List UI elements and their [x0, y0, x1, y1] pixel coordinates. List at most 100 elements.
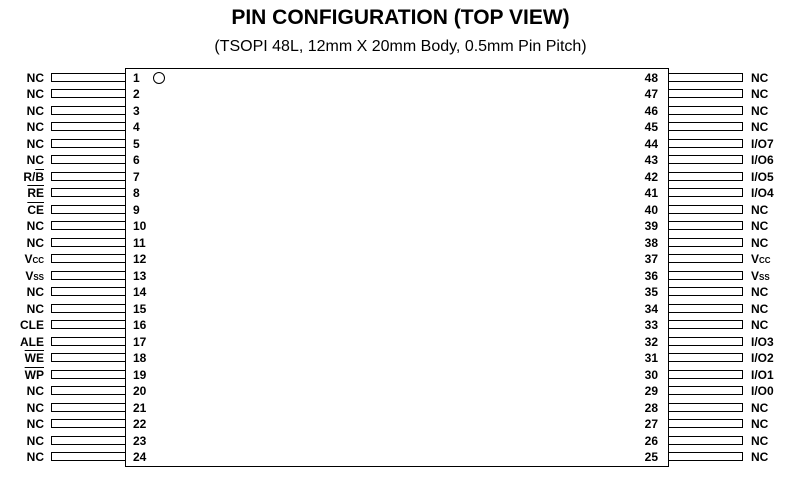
pin-label-text: NC — [26, 87, 44, 101]
pin-label-text: I/O2 — [751, 351, 774, 365]
pin-label-active-low: WP — [24, 367, 44, 382]
pin-lead — [668, 254, 743, 263]
pin-label-text: NC — [26, 219, 44, 233]
pin-lead — [51, 254, 126, 263]
pin-label: I/O2 — [751, 351, 774, 365]
pin-label: NC — [751, 417, 768, 431]
pin-label: I/O3 — [751, 335, 774, 349]
pin-number: 28 — [644, 400, 658, 415]
pin-number: 41 — [644, 186, 658, 200]
pin-number: 40 — [644, 202, 658, 217]
pin-label-text: NC — [26, 301, 44, 316]
pin-label-text: NC — [26, 384, 44, 398]
pin-label: Vss — [25, 269, 44, 283]
pin-label: NC — [751, 434, 768, 448]
pin-label-text: I/O3 — [751, 334, 774, 349]
pin-label: NC — [751, 71, 768, 85]
pin-lead — [668, 237, 743, 247]
pin-label-text: NC — [26, 433, 44, 448]
pin1-marker-icon — [153, 72, 165, 84]
pin-number: 26 — [644, 433, 658, 448]
pin-number: 33 — [644, 318, 658, 332]
pin-label-text: I/O0 — [751, 384, 774, 398]
pin-label: CE — [27, 203, 44, 217]
pin-number: 10 — [133, 219, 147, 233]
pin-lead — [668, 270, 743, 280]
pin-label-text: Vss — [751, 268, 770, 283]
pin-label-text: R/ — [23, 169, 36, 184]
pin-label: NC — [27, 104, 44, 118]
pin-lead — [51, 221, 126, 230]
pin-label-text: NC — [751, 285, 769, 299]
pin-number: 1 — [133, 70, 140, 85]
pin-lead — [51, 122, 126, 131]
pin-label-text: NC — [751, 87, 769, 101]
pin-label-text: NC — [751, 400, 769, 415]
pin-lead — [51, 419, 126, 428]
pin-label-active-low: RE — [27, 186, 44, 200]
pin-number: 8 — [133, 186, 140, 200]
pin-lead — [668, 72, 743, 82]
pin-number: 2 — [133, 87, 140, 101]
pin-lead — [668, 89, 743, 98]
pin-number: 25 — [644, 450, 658, 464]
pin-lead — [668, 171, 743, 181]
pin-label: NC — [27, 236, 44, 250]
pin-label: NC — [751, 104, 768, 118]
pin-lead — [51, 204, 126, 214]
pin-number: 45 — [644, 120, 658, 134]
pin-lead — [668, 138, 743, 148]
diagram-subtitle: (TSOPI 48L, 12mm X 20mm Body, 0.5mm Pin … — [214, 38, 587, 55]
pin-number: 32 — [644, 334, 658, 349]
pin-label: NC — [27, 285, 44, 299]
pin-number: 36 — [644, 268, 658, 283]
pin-lead — [51, 369, 126, 379]
pin-label: NC — [27, 401, 44, 415]
pin-label: Vcc — [751, 252, 771, 266]
pin-label: NC — [751, 120, 768, 134]
pin-number: 30 — [644, 367, 658, 382]
pin-number: 47 — [644, 87, 658, 101]
pin-number: 24 — [133, 450, 147, 464]
pin-number: 15 — [133, 301, 147, 316]
pin-lead — [668, 452, 743, 461]
pin-label-active-low: B — [35, 169, 44, 184]
pin-number: 22 — [133, 417, 147, 431]
pin-label: I/O4 — [751, 186, 774, 200]
pin-label: NC — [27, 302, 44, 316]
pin-lead — [668, 221, 743, 230]
pin-lead — [51, 353, 126, 362]
pin-label-active-low: CE — [27, 202, 44, 217]
pin-label: I/O7 — [751, 137, 774, 151]
pin-number: 39 — [644, 219, 658, 233]
pin-number: 23 — [133, 433, 147, 448]
pin-label-text: NC — [751, 235, 769, 250]
pin-label: CLE — [20, 318, 44, 332]
pin-lead — [51, 72, 126, 82]
pin-label: NC — [27, 153, 44, 167]
pin-label: I/O5 — [751, 170, 774, 184]
pin-label-text: NC — [26, 285, 44, 299]
pin-lead — [51, 435, 126, 445]
pin-lead — [51, 452, 126, 461]
pin-lead — [51, 287, 126, 296]
pin-lead — [51, 89, 126, 98]
pin-lead — [668, 353, 743, 362]
pin-label: NC — [751, 450, 768, 464]
pin-label: NC — [751, 401, 768, 415]
pin-number: 16 — [133, 318, 147, 332]
pin-lead — [51, 155, 126, 164]
pin-label-text: NC — [26, 103, 44, 118]
pin-lead — [668, 419, 743, 428]
pin-number: 19 — [133, 367, 147, 382]
pin-number: 11 — [133, 235, 146, 250]
pin-number: 48 — [644, 70, 658, 85]
pin-number: 27 — [644, 417, 658, 431]
pin-lead — [668, 320, 743, 329]
pin-label-text: NC — [751, 450, 769, 464]
pin-number: 20 — [133, 384, 147, 398]
pin-lead — [51, 237, 126, 247]
pin-number: 5 — [133, 136, 140, 151]
pin-label-text: NC — [751, 417, 769, 431]
pin-label-text: NC — [26, 400, 44, 415]
